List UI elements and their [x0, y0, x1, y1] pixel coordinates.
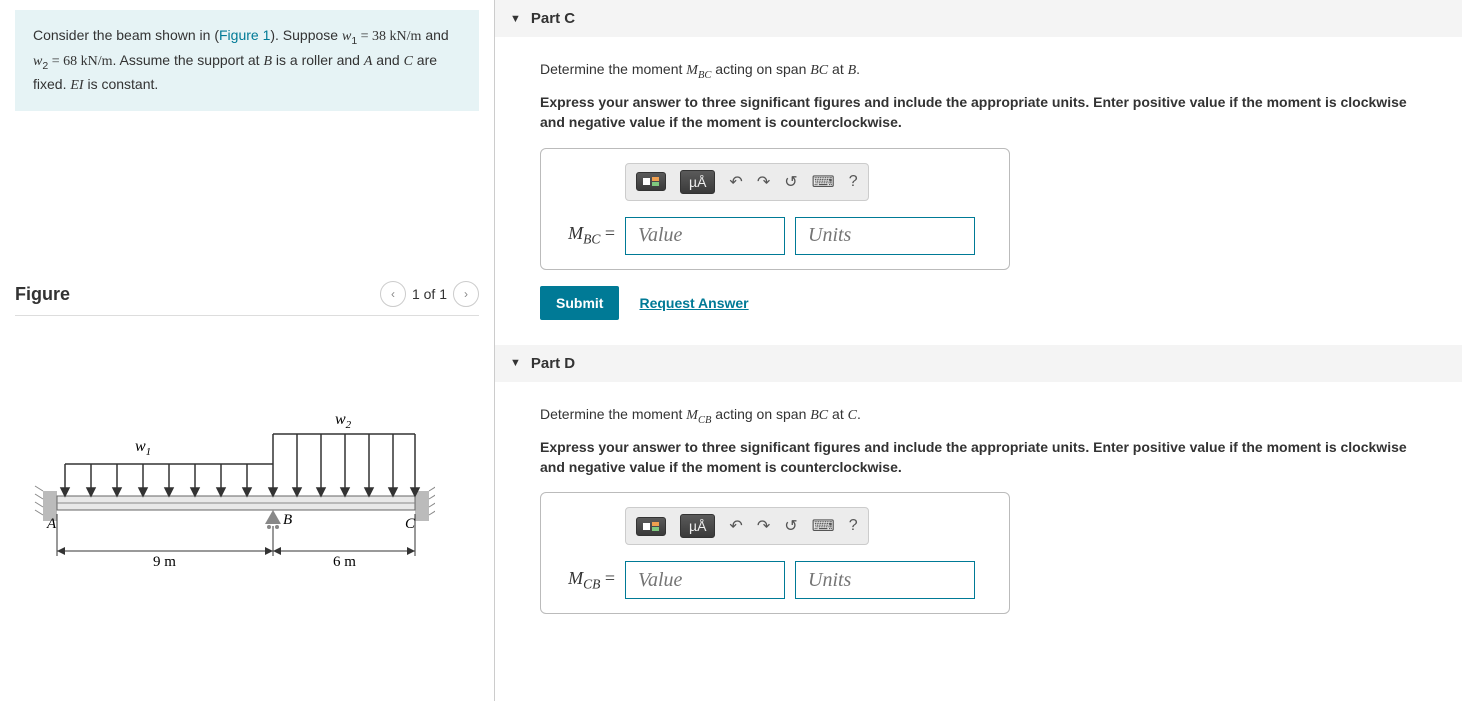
instruction-bold: Express your answer to three significant… — [540, 438, 1417, 477]
text: ). Suppose — [270, 27, 342, 43]
units-input[interactable] — [795, 561, 975, 599]
redo-icon[interactable]: ↷ — [757, 172, 770, 192]
formula-toolbar: µÅ ↶ ↷ ↺ ⌨ ? — [625, 507, 869, 545]
submit-button[interactable]: Submit — [540, 286, 619, 320]
help-icon[interactable]: ? — [849, 517, 858, 535]
figure-pager: ‹ 1 of 1 › — [380, 281, 479, 307]
var-B: B — [263, 54, 272, 69]
value-input[interactable] — [625, 217, 785, 255]
answer-box: µÅ ↶ ↷ ↺ ⌨ ? MBC = — [540, 148, 1010, 270]
part-title: Part C — [531, 10, 575, 27]
text: = 38 kN/m — [357, 29, 421, 44]
request-answer-link[interactable]: Request Answer — [639, 295, 748, 311]
part-c-header[interactable]: ▼ Part C — [495, 0, 1462, 37]
redo-icon[interactable]: ↷ — [757, 516, 770, 536]
text: Consider the beam shown in ( — [33, 27, 219, 43]
text: is a roller and — [272, 52, 364, 68]
part-c-body: Determine the moment MBC acting on span … — [495, 37, 1462, 345]
reset-icon[interactable]: ↺ — [784, 516, 797, 536]
text: is constant. — [84, 76, 159, 92]
instruction: Determine the moment MCB acting on span … — [540, 405, 1417, 428]
caret-down-icon: ▼ — [510, 357, 521, 369]
units-input[interactable] — [795, 217, 975, 255]
figure-header: Figure ‹ 1 of 1 › — [15, 281, 479, 316]
part-title: Part D — [531, 355, 575, 372]
pager-label: 1 of 1 — [412, 286, 447, 302]
left-panel: Consider the beam shown in (Figure 1). S… — [0, 0, 495, 701]
text: . Assume the support at — [112, 52, 263, 68]
right-panel: ▼ Part C Determine the moment MBC acting… — [495, 0, 1462, 701]
keyboard-icon[interactable]: ⌨ — [812, 172, 835, 192]
keyboard-icon[interactable]: ⌨ — [812, 516, 835, 536]
action-row: Submit Request Answer — [540, 286, 1417, 320]
figure-title: Figure — [15, 284, 70, 305]
formula-toolbar: µÅ ↶ ↷ ↺ ⌨ ? — [625, 163, 869, 201]
var-w2: w — [33, 54, 42, 69]
svg-text:B: B — [283, 512, 292, 528]
instruction-bold: Express your answer to three significant… — [540, 93, 1417, 132]
reset-icon[interactable]: ↺ — [784, 172, 797, 192]
part-d-body: Determine the moment MCB acting on span … — [495, 382, 1462, 640]
part-d-header[interactable]: ▼ Part D — [495, 345, 1462, 382]
variable-label: MBC = — [555, 223, 615, 248]
text: and — [372, 52, 403, 68]
undo-icon[interactable]: ↶ — [729, 516, 742, 536]
figure-link[interactable]: Figure 1 — [219, 27, 270, 43]
caret-down-icon: ▼ — [510, 13, 521, 25]
answer-box: µÅ ↶ ↷ ↺ ⌨ ? MCB = — [540, 492, 1010, 614]
text: and — [421, 27, 448, 43]
var-C: C — [404, 54, 413, 69]
svg-text:A: A — [46, 516, 57, 532]
value-input[interactable] — [625, 561, 785, 599]
var-w1: w — [342, 29, 351, 44]
figure-diagram: w1 w2 A B C 9 m 6 m — [15, 396, 479, 596]
svg-text:w2: w2 — [335, 411, 352, 431]
templates-icon[interactable] — [636, 172, 666, 191]
next-figure-button[interactable]: › — [453, 281, 479, 307]
svg-text:6 m: 6 m — [333, 554, 356, 570]
instruction: Determine the moment MBC acting on span … — [540, 60, 1417, 83]
help-icon[interactable]: ? — [849, 173, 858, 191]
text: = 68 kN/m — [48, 54, 112, 69]
prev-figure-button[interactable]: ‹ — [380, 281, 406, 307]
svg-text:9 m: 9 m — [153, 554, 176, 570]
svg-text:w1: w1 — [135, 438, 151, 458]
symbols-icon[interactable]: µÅ — [680, 514, 715, 538]
symbols-icon[interactable]: µÅ — [680, 170, 715, 194]
variable-label: MCB = — [555, 568, 615, 593]
problem-statement: Consider the beam shown in (Figure 1). S… — [15, 10, 479, 111]
undo-icon[interactable]: ↶ — [729, 172, 742, 192]
input-row: MCB = — [555, 561, 995, 599]
input-row: MBC = — [555, 217, 995, 255]
svg-text:C: C — [405, 516, 416, 532]
var-EI: EI — [70, 78, 83, 93]
templates-icon[interactable] — [636, 517, 666, 536]
